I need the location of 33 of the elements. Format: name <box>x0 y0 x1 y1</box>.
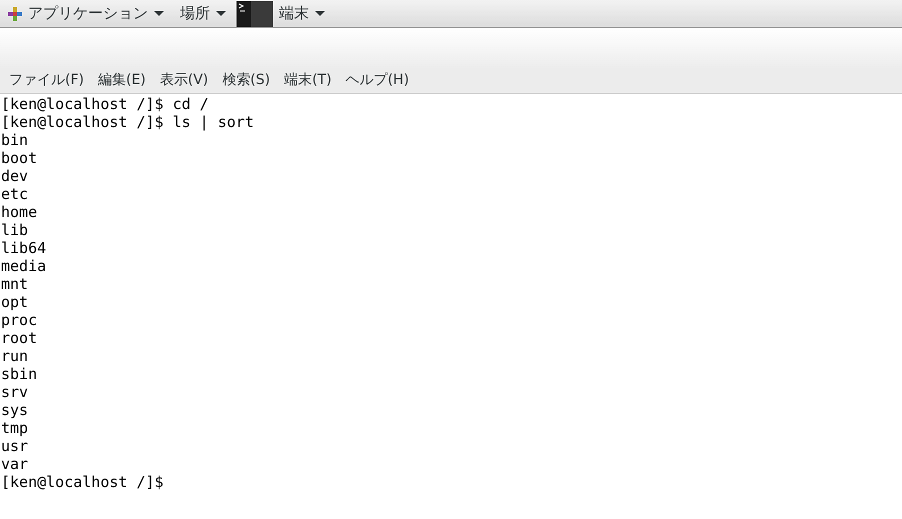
terminal-line: [ken@localhost /]$ <box>1 473 164 491</box>
terminal-line: lib64 <box>1 239 46 257</box>
terminal-line: etc <box>1 185 28 203</box>
terminal-line: mnt <box>1 275 28 293</box>
terminal-line: [ken@localhost /]$ ls | sort <box>1 113 254 131</box>
terminal-line: lib <box>1 221 28 239</box>
panel-menu[interactable]: アプリケーション <box>0 0 172 27</box>
terminal-line: var <box>1 455 28 473</box>
menu-item[interactable]: 検索(S) <box>215 68 278 93</box>
terminal-line: root <box>1 329 38 347</box>
panel-menu[interactable]: 場所 <box>172 0 234 27</box>
terminal-line: sbin <box>1 365 38 383</box>
terminal-line: tmp <box>1 419 28 437</box>
terminal-line: run <box>1 347 28 365</box>
terminal-line: home <box>1 203 38 221</box>
menu-item[interactable]: 編集(E) <box>90 68 153 93</box>
terminal-line: bin <box>1 131 28 149</box>
terminal-line: proc <box>1 311 38 329</box>
terminal-icon <box>237 0 273 26</box>
menu-item[interactable]: 端末(T) <box>277 68 339 93</box>
terminal-line: boot <box>1 149 38 167</box>
menu-item[interactable]: 表示(V) <box>152 68 216 93</box>
terminal-line: [ken@localhost /]$ cd / <box>1 95 209 113</box>
panel-menu[interactable]: 端末 <box>237 0 333 27</box>
terminal-line: srv <box>1 383 28 401</box>
terminal-line: sys <box>1 401 28 419</box>
logo-icon <box>8 6 22 20</box>
menu-item[interactable]: ファイル(F) <box>2 68 91 93</box>
terminal-line: opt <box>1 293 28 311</box>
terminal-line: usr <box>1 437 28 455</box>
terminal-line: dev <box>1 167 28 185</box>
menu-item[interactable]: ヘルプ(H) <box>338 68 416 93</box>
terminal-line: media <box>1 257 46 275</box>
